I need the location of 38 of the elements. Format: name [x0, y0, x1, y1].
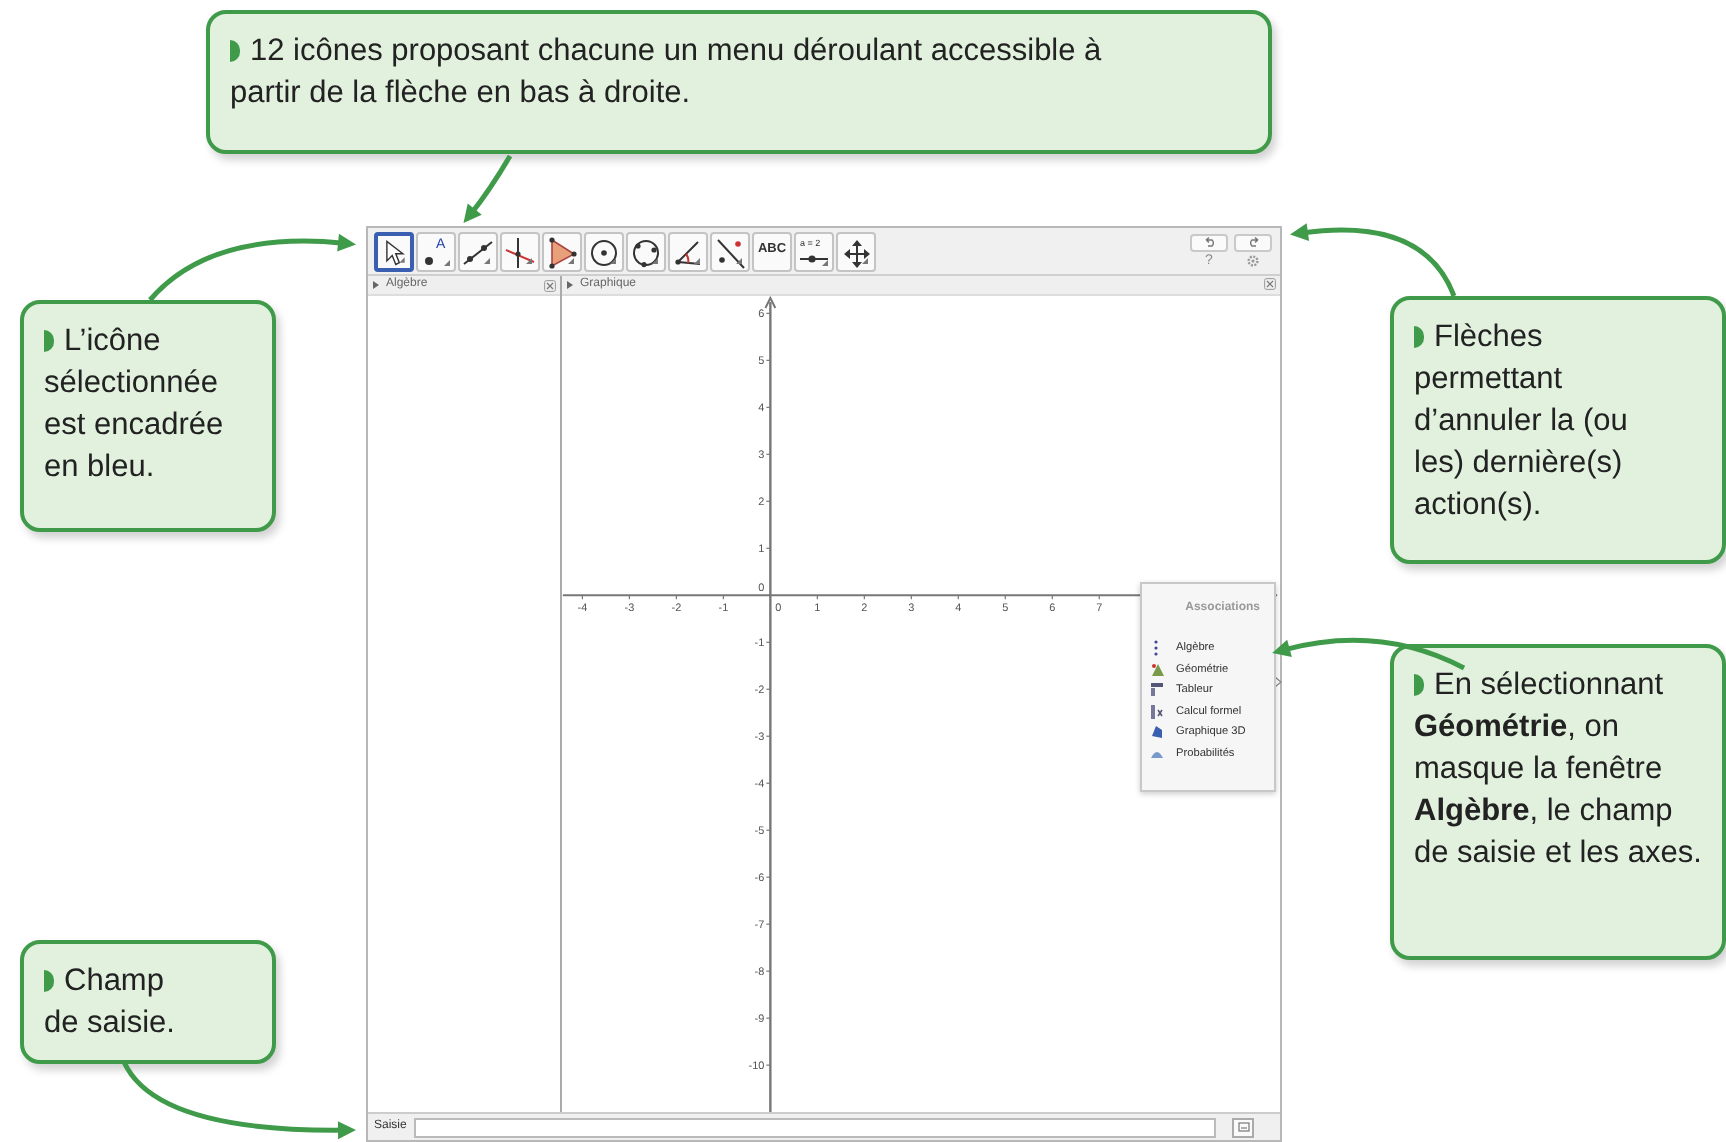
geometry-icon	[1150, 661, 1164, 678]
callout-text: L’icône sélectionnée est encadrée en bleu.	[44, 322, 226, 488]
dropdown-arrow-icon[interactable]	[822, 259, 828, 265]
input-field[interactable]	[414, 1117, 1216, 1137]
perpendicular-icon	[502, 233, 538, 269]
expand-icon[interactable]	[566, 279, 574, 290]
tool-button[interactable]	[626, 231, 666, 271]
redo-icon	[1245, 236, 1261, 248]
callout-text: 12 icônes proposant chacune un menu déroulant accessible à partir de la flèche en bas à droite.	[230, 32, 1104, 114]
bullet-icon	[44, 970, 54, 992]
callout-text: En sélectionnant Géométrie, on masque la fenêtre Algèbre, le champ de saisie et les axes.	[1414, 666, 1704, 874]
callout-text: Champ de saisie.	[44, 962, 177, 1044]
undo-icon	[1201, 236, 1217, 248]
redo-button[interactable]	[1234, 233, 1272, 251]
tool-button[interactable]	[710, 231, 750, 271]
expand-icon[interactable]	[372, 280, 380, 290]
tool-button[interactable]	[458, 231, 498, 271]
bullet-icon	[44, 330, 54, 352]
undo-button[interactable]	[1190, 233, 1228, 251]
tool-button[interactable]	[542, 231, 582, 271]
keyboard-icon	[1237, 1122, 1249, 1132]
cas-icon	[1150, 703, 1164, 720]
spreadsheet-icon	[1150, 682, 1164, 699]
triangle-icon	[544, 233, 580, 269]
close-icon[interactable]	[1264, 278, 1276, 291]
bullet-icon	[1414, 326, 1424, 348]
tool-button[interactable]	[836, 231, 876, 271]
bullet-icon	[1414, 674, 1424, 696]
tool-button[interactable]	[668, 231, 708, 271]
cube-icon	[1150, 724, 1164, 741]
callout-text: Flèches permettant d’annuler la (ou les) dernière(s) action(s).	[1414, 318, 1630, 526]
close-icon[interactable]	[544, 279, 556, 291]
tool-button[interactable]	[584, 231, 624, 271]
tool-button[interactable]	[500, 231, 540, 271]
tool-button[interactable]	[374, 231, 414, 271]
point-icon	[424, 255, 434, 265]
bullet-icon	[230, 40, 240, 62]
slider-icon	[800, 253, 828, 263]
